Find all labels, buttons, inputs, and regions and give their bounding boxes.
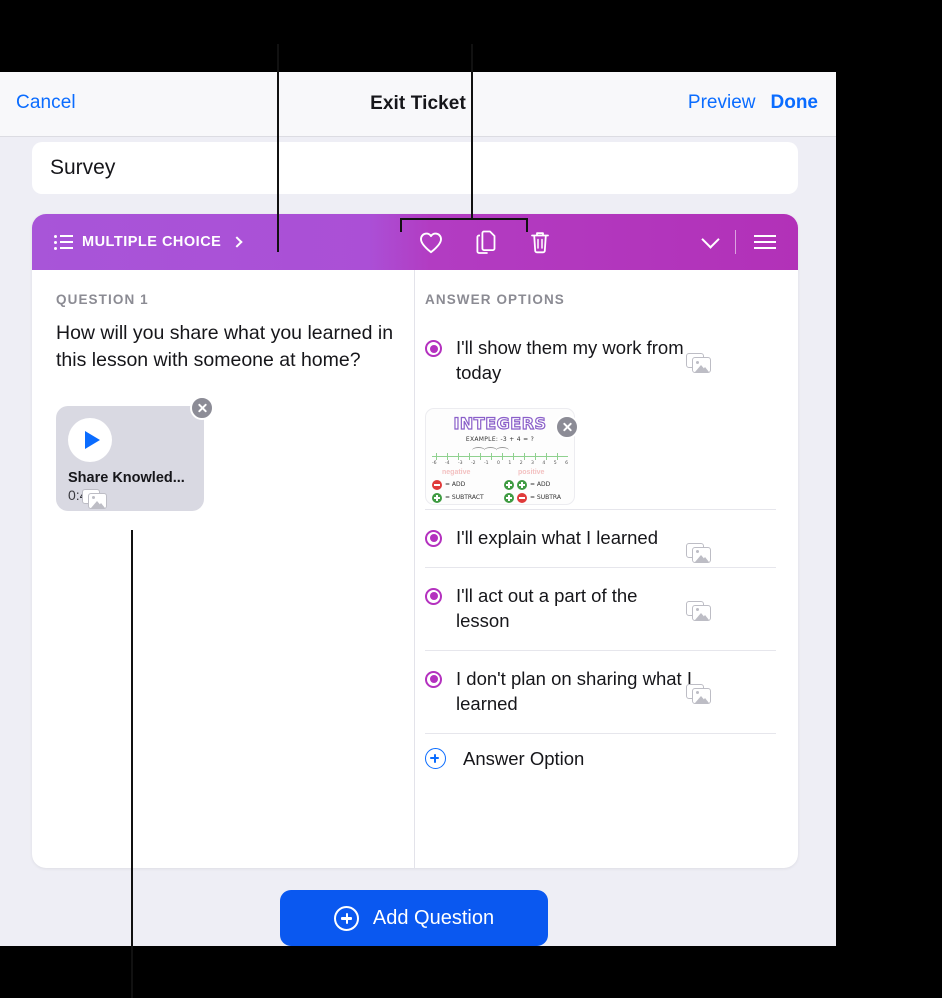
plus-circle-icon — [333, 905, 359, 931]
callout-line-media — [131, 530, 133, 998]
chevron-down-icon — [700, 229, 720, 249]
play-button[interactable] — [68, 417, 112, 462]
legend-item: = ADD — [432, 479, 465, 490]
survey-title-value: Survey — [50, 156, 116, 179]
remove-attachment-button[interactable] — [555, 414, 579, 439]
screenshot-root: Cancel Exit Ticket Preview Done Survey M… — [0, 0, 942, 998]
callout-line-toolbar-actions — [471, 44, 473, 219]
navigation-bar: Cancel Exit Ticket Preview Done — [0, 72, 836, 137]
trash-icon — [531, 232, 549, 254]
callout-bracket-right — [526, 218, 528, 232]
legend-item: = ADD — [504, 479, 550, 490]
callout-line-question-type — [277, 44, 279, 252]
add-answer-option-button[interactable]: Answer Option — [415, 734, 776, 770]
answer-option-radio[interactable] — [425, 340, 442, 357]
number-line-ticks: -6 -4 -3 -2 -1 0 123456 — [432, 460, 568, 466]
toolbar-center-actions — [418, 214, 552, 270]
answer-option-media-button[interactable] — [686, 542, 712, 565]
remove-video-button[interactable] — [190, 395, 214, 420]
answer-options-pane: ANSWER OPTIONS I'll show them my work fr… — [415, 270, 798, 868]
question-text[interactable]: How will you share what you learned in t… — [56, 320, 396, 374]
answer-option-attachment[interactable]: INTEGERS EXAMPLE: -3 + 4 = ? -6 -4 -3 -2… — [425, 407, 579, 505]
answer-option-label[interactable]: I'll explain what I learned — [456, 526, 696, 551]
question-toolbar: MULTIPLE CHOICE — [32, 214, 798, 270]
callout-bracket-left — [400, 218, 402, 232]
favorite-button[interactable] — [418, 231, 444, 254]
collapse-button[interactable] — [700, 229, 720, 249]
question-section-label: QUESTION 1 — [56, 292, 149, 307]
legend-item: = SUBTRACT — [432, 492, 484, 503]
answer-option-radio[interactable] — [425, 670, 442, 688]
thumbnail-example: EXAMPLE: -3 + 4 = ? — [465, 435, 535, 443]
plus-circle-icon — [425, 748, 446, 770]
add-question-label: Add Question — [372, 906, 495, 929]
answer-option-row[interactable]: I don't plan on sharing what I learned — [415, 651, 776, 733]
survey-title-input[interactable]: Survey — [32, 142, 798, 194]
duplicate-icon — [476, 230, 496, 254]
answer-option-row[interactable]: I'll show them my work from today — [415, 320, 776, 402]
answer-option-media-button[interactable] — [686, 600, 712, 623]
question-card: MULTIPLE CHOICE QUESTION 1 How will you … — [32, 214, 798, 868]
answer-option-radio[interactable] — [425, 529, 442, 547]
callout-bracket-top — [400, 218, 528, 220]
question-pane: QUESTION 1 How will you share what you l… — [32, 270, 415, 868]
play-icon — [84, 430, 100, 449]
thumbnail-title: INTEGERS — [453, 413, 547, 433]
preview-button[interactable]: Preview — [688, 92, 756, 114]
add-answer-option-label: Answer Option — [463, 747, 585, 769]
answer-option-label[interactable]: I'll show them my work from today — [456, 336, 696, 386]
toolbar-divider — [734, 230, 736, 254]
add-question-media-button[interactable] — [82, 488, 108, 511]
answer-option-label[interactable]: I'll act out a part of the lesson — [456, 584, 696, 634]
answer-option-radio[interactable] — [425, 587, 442, 605]
negative-label: negative — [442, 468, 471, 476]
list-bullet-icon — [54, 234, 73, 250]
duplicate-button[interactable] — [473, 229, 499, 255]
legend-item: = SUBTRA — [504, 492, 561, 503]
app-window: Cancel Exit Ticket Preview Done Survey M… — [0, 72, 836, 946]
answer-option-media-button[interactable] — [686, 683, 712, 706]
chevron-right-icon — [231, 236, 244, 248]
answer-option-media-button[interactable] — [686, 353, 712, 375]
answer-option-label[interactable]: I don't plan on sharing what I learned — [456, 667, 696, 717]
add-question-button[interactable]: Add Question — [280, 890, 548, 946]
reorder-handle[interactable] — [754, 234, 776, 250]
video-title: Share Knowled... — [68, 469, 185, 486]
heart-icon — [420, 232, 442, 253]
toolbar-right-actions — [700, 214, 776, 270]
number-line — [432, 452, 568, 460]
answer-options-section-label: ANSWER OPTIONS — [425, 292, 565, 307]
positive-label: positive — [518, 468, 545, 476]
question-card-body: QUESTION 1 How will you share what you l… — [32, 270, 798, 868]
video-attachment[interactable]: Share Knowled... 0:42 — [56, 395, 214, 511]
hamburger-icon — [754, 234, 776, 250]
question-type-selector[interactable]: MULTIPLE CHOICE — [54, 234, 244, 250]
answer-option-row[interactable]: I'll explain what I learned — [415, 510, 776, 567]
answer-option-row[interactable]: I'll act out a part of the lesson — [415, 568, 776, 650]
done-button[interactable]: Done — [771, 92, 819, 114]
delete-button[interactable] — [528, 229, 552, 255]
integers-thumbnail[interactable]: INTEGERS EXAMPLE: -3 + 4 = ? -6 -4 -3 -2… — [425, 407, 575, 505]
question-type-label: MULTIPLE CHOICE — [82, 234, 222, 250]
navbar-actions: Preview Done — [688, 92, 818, 114]
